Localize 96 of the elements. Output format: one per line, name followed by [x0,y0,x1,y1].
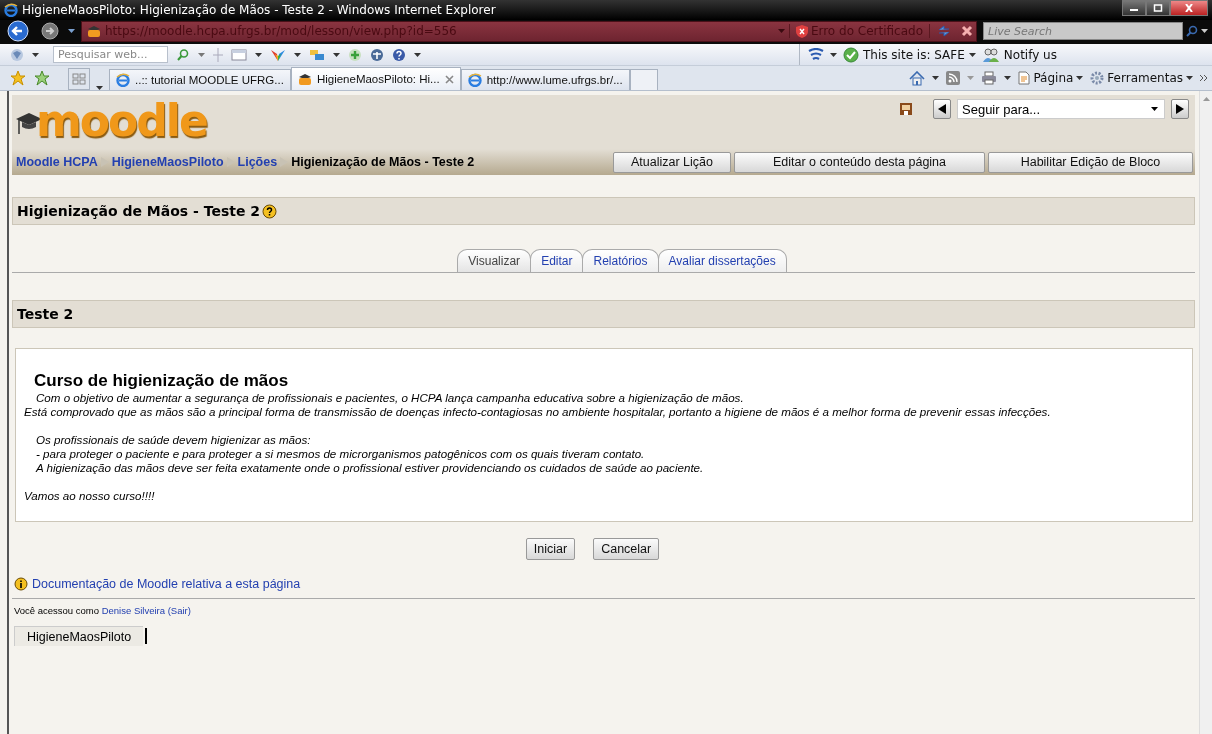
jump-select[interactable]: Seguir para... [957,99,1165,119]
refresh-icon [937,24,951,38]
action-button[interactable]: Iniciar [525,538,576,560]
stop-icon [961,25,973,37]
search-icon[interactable] [176,47,190,62]
caret-icon[interactable] [68,29,75,33]
add-favorite-icon[interactable] [34,70,50,86]
notify-link[interactable]: Notify us [1003,47,1057,62]
caret-icon [1151,107,1158,111]
home-icon[interactable] [909,70,926,86]
right-triangle-icon [1176,104,1184,114]
content-text: Está comprovado que as mãos são a principal forma de transmissão de doenças infecto-contagiosas no ambiente hospitalar, portanto a higiene de mãos é a melhor forma de prevenir essas infecções. [24,405,1052,419]
gear-icon [1090,71,1105,85]
browser-icon [116,73,130,87]
content-text: Vamos ao nosso curso!!!! [24,489,156,503]
header-button[interactable]: Habilitar Edição de Bloco [988,151,1193,173]
caret-icon[interactable] [32,52,39,57]
section-title: Teste 2 [17,306,74,322]
content-text: A higienização das mãos deve ser feita exatamente onde o profissional estiver providenciando os cuidados de saúde ao paciente. [36,461,705,475]
documentation-link[interactable]: Documentação de Moodle relativa a esta página [32,577,301,591]
caret-icon[interactable] [1076,76,1084,80]
user-link[interactable]: Denise Silveira [101,605,166,616]
breadcrumb-current: Higienização de Mãos - Teste 2 [291,155,475,169]
feed-icon[interactable] [946,71,961,85]
more-icon[interactable] [1200,75,1208,81]
forward-button[interactable] [38,22,62,40]
breadcrumb-link[interactable]: HigieneMaosPiloto [111,155,224,169]
site-status-menu[interactable]: This site is: SAFE [863,47,965,62]
caret-icon[interactable] [414,52,421,57]
photos-icon[interactable] [309,48,325,61]
back-button[interactable] [4,20,32,42]
breadcrumb-link[interactable]: Moodle HCPA [16,155,98,169]
caret-icon[interactable] [932,76,940,80]
caret-icon[interactable] [1186,76,1193,80]
minimize-button[interactable] [1122,0,1146,16]
toolbar-logo-icon[interactable] [10,47,24,62]
logout-link[interactable]: (Sair) [167,605,191,616]
breadcrumb-link[interactable]: Lições [237,155,278,169]
moodle-icon [297,73,312,85]
browser-tab[interactable]: ..:: tutorial MOODLE UFRG... [109,69,291,90]
shield-error-icon [795,24,808,38]
moodle-icon [87,25,101,37]
plus-icon[interactable] [348,47,362,62]
separator-icon [226,157,235,167]
save-icon[interactable] [899,102,913,116]
content-text: Os profissionais de saúde devem higienizar as mãos: [36,433,312,447]
page-tab[interactable]: Visualizar [457,249,532,272]
web-search-field[interactable]: Pesquisar web... [53,46,168,63]
browser-icon [4,3,18,17]
check-icon [843,46,859,63]
header-button[interactable]: Atualizar Lição [613,151,731,173]
printer-icon[interactable] [981,71,998,85]
people-icon [981,46,1000,63]
command-menu[interactable]: Página [1033,71,1074,85]
separator-icon [100,157,109,167]
login-info: Você acessou como Denise Silveira (Sair) [14,605,192,616]
help-icon[interactable] [392,47,406,62]
search-icon[interactable] [1186,25,1198,37]
close-button[interactable] [1170,0,1208,16]
caret-icon[interactable] [830,52,837,57]
page-tab[interactable]: Editar [530,249,584,272]
content-title: Curso de higienização de mãos [34,371,290,391]
next-button[interactable] [1171,99,1189,119]
caret-icon[interactable] [1201,29,1208,33]
action-button[interactable]: Cancelar [593,538,660,560]
moodle-logo: moodle [36,99,207,143]
command-menu[interactable]: Ferramentas [1107,71,1183,85]
left-triangle-icon [938,104,946,114]
url-text: https://moodle.hcpa.ufrgs.br/mod/lesson/view.php?id=556 [105,24,458,38]
maximize-button[interactable] [1146,0,1170,16]
browser-icon [467,73,482,87]
caret-icon[interactable] [968,52,976,57]
search-field[interactable]: Live Search [983,22,1183,40]
caret-icon[interactable] [333,52,340,57]
page-tab[interactable]: Relatórios [582,249,659,272]
help-icon[interactable] [262,203,278,219]
window-title: HigieneMaosPiloto: Higienização de Mãos - Teste 2 - Windows Internet Explorer [22,3,496,17]
course-tab[interactable]: HigieneMaosPiloto [14,626,144,646]
content-text: - para proteger o paciente e para proteger a si mesmos de microrganismos patogênicos com os quais tiveram contato. [36,447,646,461]
caret-icon[interactable] [255,52,262,57]
close-tab-icon[interactable] [444,74,454,84]
info-icon [14,577,28,591]
header-button[interactable]: Editar o conteúdo desta página [734,151,985,173]
browser-tab[interactable]: http://www.lume.ufrgs.br/... [460,69,630,90]
caret-icon[interactable] [294,52,301,57]
caret-icon[interactable] [1004,76,1012,80]
page-heading: Higienização de Mãos - Teste 2 [17,203,261,219]
text-cursor [145,628,148,644]
browser-tab[interactable]: HigieneMaosPiloto: Hi... [290,67,461,90]
previous-button[interactable] [933,99,951,119]
maximize-icon [1153,4,1163,12]
close-icon [1184,4,1194,12]
favorites-star-icon[interactable] [10,70,26,86]
content-text: Com o objetivo de aumentar a segurança de profissionais e pacientes, o HCPA lança campanha educativa sobre a higienização de mãos. [36,391,745,405]
page-tab[interactable]: Avaliar dissertações [657,249,787,272]
page-icon [1018,71,1031,85]
